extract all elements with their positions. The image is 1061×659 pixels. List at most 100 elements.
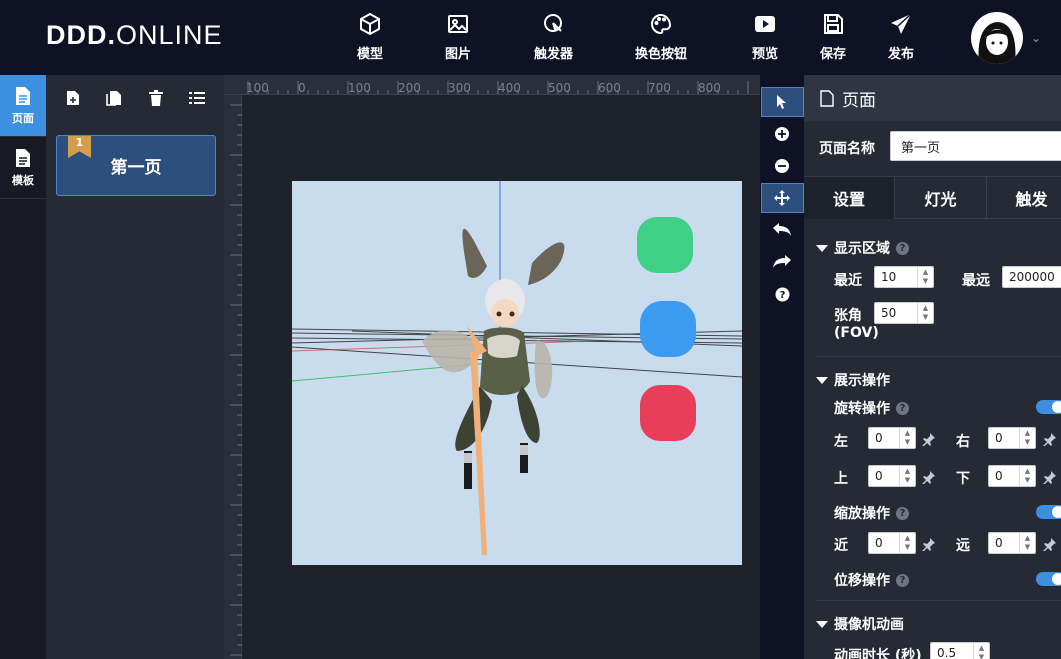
list-icon <box>189 91 206 104</box>
leftnav-item-template[interactable]: 模板 <box>0 137 46 199</box>
send-icon <box>891 13 912 34</box>
right-label: 右 <box>956 434 970 450</box>
chevron-down-icon[interactable]: ⌄ <box>1031 31 1041 45</box>
page-icon <box>16 86 30 105</box>
scene-stage[interactable] <box>292 181 742 565</box>
nav-model-button[interactable]: 模型 <box>357 12 383 62</box>
properties-header: 页面 <box>804 75 1061 121</box>
rotate-toggle[interactable] <box>1036 400 1061 414</box>
zoom-out-icon <box>775 159 789 173</box>
down-input[interactable]: 0 ▲ ▼ <box>988 465 1036 487</box>
page-name: 第一页 <box>110 158 162 178</box>
pin-icon[interactable] <box>1043 537 1057 551</box>
section-display-area[interactable]: 显示区域 ? <box>816 238 909 258</box>
left-nav: 页面 模板 <box>0 75 46 659</box>
nav-publish-button[interactable]: 发布 <box>888 12 914 62</box>
pin-icon[interactable] <box>922 432 936 446</box>
section-title: 展示操作 <box>834 373 890 389</box>
zoom-out-button[interactable] <box>760 150 804 182</box>
redo-button[interactable] <box>760 246 804 278</box>
copy-icon <box>106 90 122 106</box>
leftnav-item-page[interactable]: 页面 <box>0 75 46 137</box>
canvas-area[interactable]: 100 0 100 200 300 400 500 600 700 800 <box>224 75 760 659</box>
properties-panel: 页面 页面名称 第一页 设置 灯光 触发 显示区域 ? 最近 10 ▲ ▼ 最远 2… <box>804 75 1061 659</box>
trash-icon <box>148 89 163 106</box>
cube-icon <box>360 12 380 36</box>
app-logo[interactable]: DDD.ONLINE <box>46 20 223 51</box>
section-camera-anim[interactable]: 摄像机动画 <box>816 614 904 634</box>
avatar[interactable] <box>971 12 1023 64</box>
ruler-tick-label: 200 <box>398 81 421 95</box>
caret-down-icon <box>816 376 828 384</box>
caret-down-icon <box>816 620 828 628</box>
help-button[interactable]: ? <box>760 278 804 310</box>
fov-input[interactable]: 50 ▲ ▼ <box>874 302 934 324</box>
nav-trigger-button[interactable]: 触发器 <box>534 12 573 62</box>
nav-save-button[interactable]: 保存 <box>820 12 846 62</box>
properties-title: 页面 <box>842 90 876 111</box>
copy-page-button[interactable] <box>103 87 125 109</box>
page-name-input[interactable]: 第一页 <box>890 131 1061 161</box>
select-tool-button[interactable] <box>760 86 804 118</box>
zoom-far-input[interactable]: 0 ▲ ▼ <box>988 532 1036 554</box>
nav-preview-button[interactable]: 预览 <box>752 12 778 62</box>
nav-color-button[interactable]: 换色按钮 <box>635 12 687 62</box>
help-icon[interactable]: ? <box>896 401 909 415</box>
ruler-tick-label: 300 <box>448 81 471 95</box>
add-page-button[interactable] <box>62 87 84 109</box>
tab-lighting[interactable]: 灯光 <box>895 177 987 219</box>
pin-icon[interactable] <box>1043 432 1057 446</box>
pin-icon[interactable] <box>922 537 936 551</box>
color-button-red[interactable] <box>640 385 696 441</box>
delete-page-button[interactable] <box>145 87 167 109</box>
far-label: 最远 <box>962 273 990 289</box>
tab-trigger[interactable]: 触发 <box>987 177 1061 219</box>
near-input[interactable]: 10 ▲ ▼ <box>874 266 934 288</box>
color-button-blue[interactable] <box>640 301 696 357</box>
nav-label: 模型 <box>357 47 384 62</box>
ruler-tick-label: 100 <box>246 81 269 95</box>
save-icon <box>824 14 843 34</box>
pin-icon[interactable] <box>1043 470 1057 484</box>
far-input[interactable]: 200000 <box>1002 266 1061 288</box>
zoom-near-input[interactable]: 0 ▲ ▼ <box>868 532 916 554</box>
pin-icon[interactable] <box>922 470 936 484</box>
duration-input[interactable]: 0.5 ▲ ▼ <box>930 642 990 659</box>
help-icon[interactable]: ? <box>896 573 909 587</box>
tab-settings[interactable]: 设置 <box>804 177 895 219</box>
redo-icon <box>773 255 791 268</box>
zoom-far-label: 远 <box>956 538 970 554</box>
help-icon[interactable]: ? <box>896 241 909 255</box>
page-thumbnail[interactable]: 1 第一页 <box>56 135 216 196</box>
rotate-label: 旋转操作? <box>834 398 909 418</box>
pan-toggle[interactable] <box>1036 572 1061 586</box>
color-button-green[interactable] <box>637 217 693 273</box>
scene-view <box>292 181 742 555</box>
ruler-tick-label: 700 <box>648 81 671 95</box>
zoom-in-icon <box>775 127 789 141</box>
nav-label: 图片 <box>445 47 472 62</box>
character-model[interactable] <box>422 228 565 555</box>
canvas-toolbar: ? <box>760 75 804 659</box>
nav-label: 发布 <box>888 47 915 62</box>
fov-label-2: (FOV) <box>834 325 879 341</box>
leftnav-label: 页面 <box>12 111 34 125</box>
right-input[interactable]: 0 ▲ ▼ <box>988 427 1036 449</box>
nav-image-button[interactable]: 图片 <box>445 12 471 62</box>
section-display-ops[interactable]: 展示操作 <box>816 370 890 390</box>
horizontal-ruler: 100 0 100 200 300 400 500 600 700 800 <box>224 75 760 95</box>
move-tool-button[interactable] <box>760 182 804 214</box>
nav-label: 保存 <box>820 47 847 62</box>
near-label: 最近 <box>834 273 862 289</box>
ruler-tick-label: 0 <box>298 81 306 95</box>
list-view-button[interactable] <box>186 87 208 109</box>
leftnav-label: 模板 <box>12 173 34 187</box>
section-title: 摄像机动画 <box>834 617 904 633</box>
up-input[interactable]: 0 ▲ ▼ <box>868 465 916 487</box>
zoom-toggle[interactable] <box>1036 505 1061 519</box>
left-input[interactable]: 0 ▲ ▼ <box>868 427 916 449</box>
help-icon[interactable]: ? <box>896 506 909 520</box>
zoom-in-button[interactable] <box>760 118 804 150</box>
ruler-tick-label: 800 <box>698 81 721 95</box>
undo-button[interactable] <box>760 214 804 246</box>
